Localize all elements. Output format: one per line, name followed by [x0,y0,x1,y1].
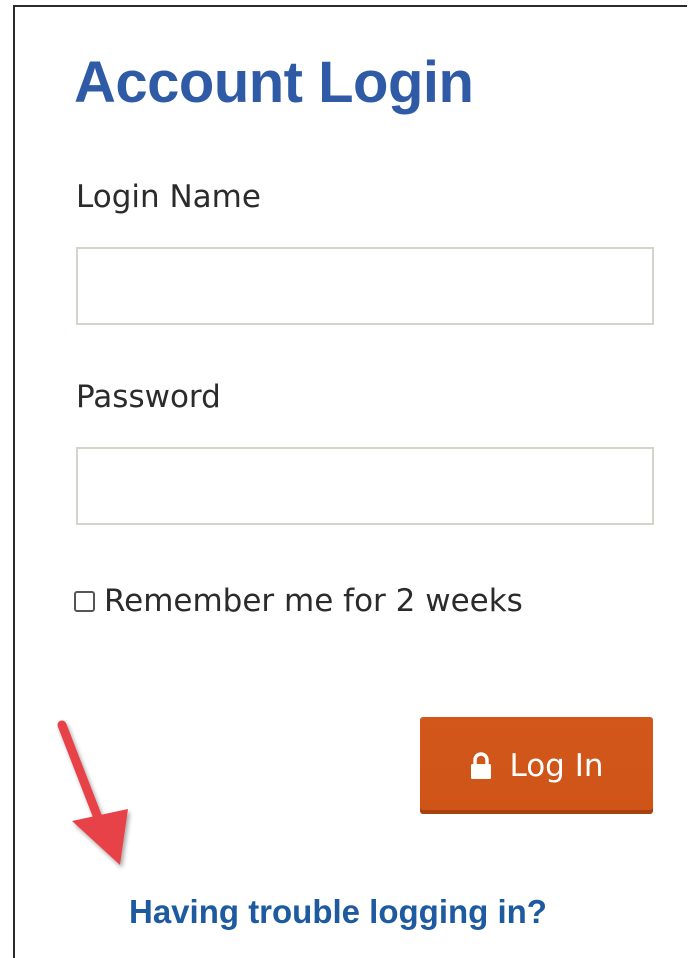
password-input[interactable] [76,447,654,525]
remember-me-label[interactable]: Remember me for 2 weeks [104,581,523,621]
remember-me-checkbox[interactable] [74,590,95,612]
login-button[interactable]: Log In [420,717,653,814]
login-name-input[interactable] [76,247,654,325]
remember-me-row[interactable]: Remember me for 2 weeks [74,579,523,623]
trouble-logging-in-link[interactable]: Having trouble logging in? [129,891,547,933]
login-button-label: Log In [509,747,604,784]
lock-icon [471,751,492,779]
page-title: Account Login [74,50,474,115]
red-arrow-icon [57,720,128,865]
password-label: Password [76,379,221,415]
login-name-label: Login Name [76,179,261,215]
